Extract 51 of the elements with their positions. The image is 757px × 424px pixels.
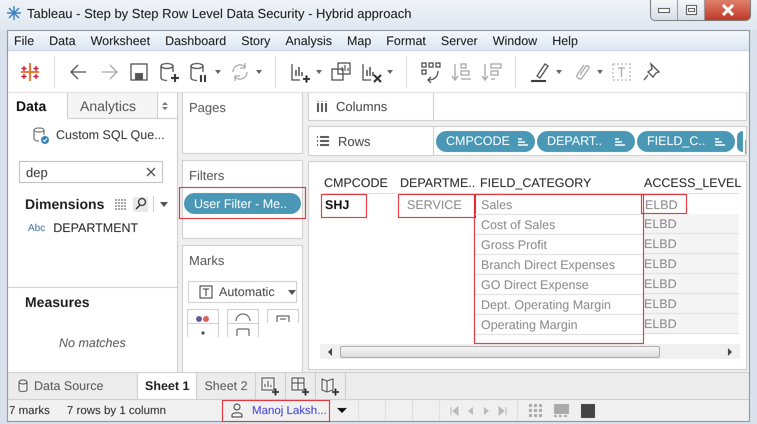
search-field[interactable]: dep bbox=[19, 161, 163, 183]
window-title: Tableau - Step by Step Row Level Data Security - Hybrid approach bbox=[27, 6, 412, 20]
menu-item[interactable]: Server bbox=[440, 34, 486, 48]
table-cell: ELBD bbox=[644, 294, 739, 314]
status-text: 7 marks bbox=[9, 404, 50, 416]
column-header: ACCESS_LEVEL bbox=[644, 176, 739, 194]
card-title: Marks bbox=[188, 252, 226, 268]
user-link[interactable]: Manoj Laksh... bbox=[252, 404, 327, 416]
table-cell: SERVICE bbox=[398, 194, 476, 218]
card-title: Pages bbox=[188, 99, 227, 115]
column-header: CMPCODE bbox=[324, 176, 400, 194]
table-cell: ELBD bbox=[644, 274, 739, 294]
table-cell: Operating Margin bbox=[475, 315, 643, 335]
field-name: DEPARTMENT bbox=[53, 221, 138, 235]
menu-item[interactable]: Window bbox=[492, 34, 546, 48]
table-cell: ELBD bbox=[644, 254, 739, 274]
menu-item[interactable]: Dashboard bbox=[165, 34, 234, 48]
section-title: Dimensions bbox=[25, 196, 104, 212]
column-header: DEPARTME.. bbox=[400, 176, 480, 194]
table-cell: Gross Profit bbox=[475, 235, 643, 255]
menu-item[interactable]: Format bbox=[386, 34, 434, 48]
datasource-item[interactable]: Custom SQL Que... bbox=[56, 128, 165, 142]
table-cell: ELBD bbox=[644, 234, 739, 254]
menu-item[interactable]: Analysis bbox=[285, 34, 340, 48]
status-text: 7 rows by 1 column bbox=[66, 404, 166, 416]
table-cell: ELBD bbox=[644, 314, 739, 334]
table-cell: Branch Direct Expenses bbox=[475, 255, 643, 275]
menu-item[interactable]: Worksheet bbox=[90, 34, 158, 48]
mark-type-dropdown[interactable]: Automatic bbox=[188, 281, 297, 303]
menu-item[interactable]: Story bbox=[241, 34, 278, 48]
menu-item[interactable]: Help bbox=[552, 34, 586, 48]
menu-item[interactable]: Data bbox=[49, 34, 84, 48]
menu-item[interactable]: Map bbox=[346, 34, 380, 48]
pane-tab[interactable]: Analytics bbox=[68, 93, 158, 118]
pane-tab[interactable]: Data bbox=[8, 93, 68, 119]
column-header: FIELD_CATEGORY bbox=[480, 176, 644, 194]
table-cell: GO Direct Expense bbox=[475, 275, 643, 295]
table-cell: Dept. Operating Margin bbox=[475, 295, 643, 315]
shelf-title: Columns bbox=[336, 99, 388, 114]
table-cell: ELBD bbox=[641, 194, 687, 214]
section-title: Measures bbox=[25, 294, 91, 310]
field-type-label: Abc bbox=[28, 222, 46, 234]
table-cell: Sales bbox=[475, 195, 643, 215]
menu-item[interactable]: File bbox=[14, 34, 42, 48]
table-cell: Cost of Sales bbox=[475, 215, 643, 235]
shelf-title: Rows bbox=[338, 134, 371, 148]
card-title: Filters bbox=[188, 167, 226, 183]
empty-message: No matches bbox=[59, 336, 127, 350]
sheet-tab[interactable]: Sheet 1 bbox=[138, 373, 198, 399]
table-cell: ELBD bbox=[644, 214, 739, 234]
table-cell: SHJ bbox=[321, 194, 367, 218]
